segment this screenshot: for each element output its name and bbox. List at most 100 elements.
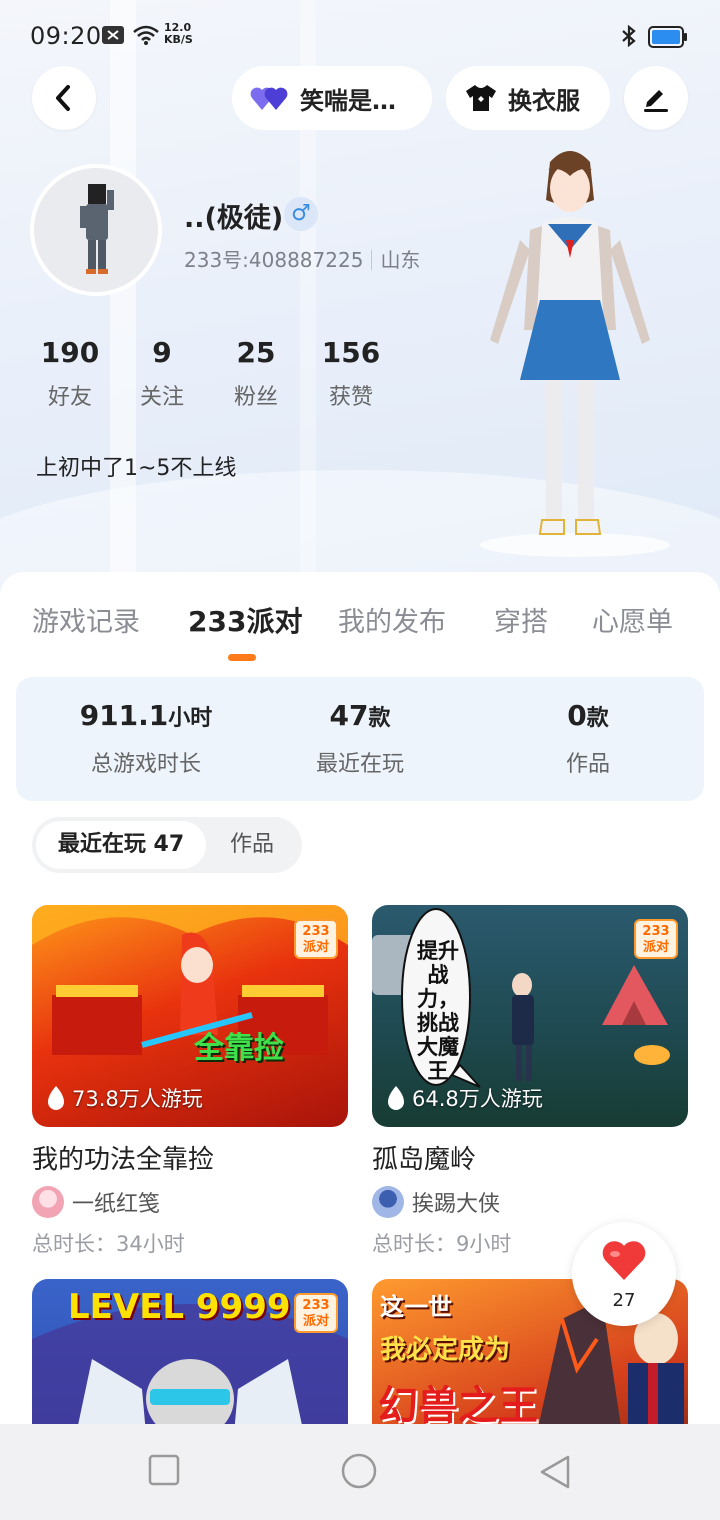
summary-label: 总游戏时长 bbox=[90, 752, 201, 777]
stat-following[interactable]: 9 关注 bbox=[122, 336, 202, 411]
like-button[interactable]: 27 bbox=[572, 1222, 676, 1326]
thumb-title-text: 全靠捡 bbox=[194, 1031, 284, 1066]
thumb-title-text: 提升战力，挑战大魔王 bbox=[417, 939, 459, 1083]
back-nav-button[interactable] bbox=[538, 1454, 572, 1494]
tab-233-party[interactable]: 233派对 bbox=[188, 600, 302, 640]
battery-icon bbox=[648, 26, 688, 52]
tab-my-posts[interactable]: 我的发布 bbox=[338, 600, 446, 639]
mood-status-button[interactable]: 笑喘是病... bbox=[232, 66, 432, 130]
user-id: 233号:408887225 bbox=[184, 248, 364, 272]
user-region: 山东 bbox=[380, 248, 421, 272]
status-bar: 09:20 12.0 KB/S bbox=[0, 0, 720, 72]
recent-apps-button[interactable] bbox=[148, 1454, 180, 1490]
summary-unit: 小时 bbox=[168, 706, 213, 731]
summary-unit: 款 bbox=[368, 706, 391, 731]
game-card[interactable]: LEVEL 9999 233派对 bbox=[32, 1279, 348, 1424]
tab-wishlist[interactable]: 心愿单 bbox=[592, 600, 673, 639]
system-nav-bar bbox=[0, 1424, 720, 1520]
summary-works: 0款 作品 bbox=[488, 699, 688, 778]
user-id-line: 233号:408887225 山东 bbox=[184, 244, 420, 273]
author-avatar bbox=[32, 1186, 64, 1218]
summary-total-time: 911.1小时 总游戏时长 bbox=[46, 699, 246, 778]
pencil-icon bbox=[644, 90, 668, 112]
user-avatar[interactable] bbox=[30, 164, 162, 296]
game-author: 挨踢大侠 bbox=[372, 1186, 688, 1218]
stat-likes[interactable]: 156 获赞 bbox=[311, 336, 391, 411]
author-avatar bbox=[372, 1186, 404, 1218]
bluetooth-icon bbox=[620, 24, 638, 52]
change-outfit-button[interactable]: 换衣服 bbox=[446, 66, 610, 130]
stat-friends[interactable]: 190 好友 bbox=[30, 336, 110, 411]
summary-value: 0 bbox=[567, 699, 587, 732]
thumb-title-text: LEVEL 9999 bbox=[68, 1287, 291, 1327]
stat-label: 粉丝 bbox=[233, 385, 278, 410]
game-card[interactable]: 提升战力，挑战大魔王 233派对 64.8万人游玩 孤岛魔岭 挨踢大侠 总时长：… bbox=[372, 905, 688, 1258]
tab-game-history[interactable]: 游戏记录 bbox=[32, 600, 140, 639]
gender-male-icon: ♂ bbox=[284, 197, 318, 231]
stat-value: 9 bbox=[152, 336, 172, 369]
summary-value: 47 bbox=[329, 699, 369, 732]
tab-outfits[interactable]: 穿搭 bbox=[494, 600, 548, 639]
summary-recent-played: 47款 最近在玩 bbox=[260, 699, 460, 778]
notification-icon bbox=[102, 26, 124, 48]
game-thumbnail: 提升战力，挑战大魔王 233派对 64.8万人游玩 bbox=[372, 905, 688, 1127]
net-speed: 12.0 KB/S bbox=[164, 22, 193, 46]
tshirt-icon bbox=[466, 85, 496, 111]
game-title: 孤岛魔岭 bbox=[372, 1145, 477, 1175]
square-icon bbox=[148, 1454, 180, 1486]
game-thumbnail: LEVEL 9999 233派对 bbox=[32, 1279, 348, 1424]
stat-label: 好友 bbox=[47, 385, 92, 410]
party-badge: 233派对 bbox=[294, 919, 338, 959]
thumb-title-line-3: 幻兽之王 bbox=[378, 1383, 538, 1424]
player-count: 73.8万人游玩 bbox=[46, 1083, 203, 1113]
status-time: 09:20 bbox=[30, 22, 102, 50]
chevron-left-icon bbox=[56, 85, 70, 111]
stat-value: 25 bbox=[236, 336, 276, 369]
flame-icon bbox=[48, 1086, 64, 1110]
summary-label: 最近在玩 bbox=[315, 752, 404, 777]
mood-status-label: 笑喘是病... bbox=[300, 86, 414, 115]
circle-icon bbox=[341, 1453, 377, 1489]
party-badge: 233派对 bbox=[294, 1293, 338, 1333]
summary-value: 911.1 bbox=[79, 699, 169, 732]
edit-profile-button[interactable] bbox=[624, 66, 688, 130]
back-button[interactable] bbox=[32, 66, 96, 130]
thumb-title-line-2: 我必定成为 bbox=[380, 1335, 511, 1365]
wifi-icon bbox=[132, 24, 160, 50]
player-count-text: 73.8万人游玩 bbox=[72, 1087, 203, 1111]
double-heart-icon bbox=[250, 87, 288, 110]
stat-label: 关注 bbox=[139, 385, 184, 410]
party-badge: 233派对 bbox=[634, 919, 678, 959]
summary-unit: 款 bbox=[586, 706, 609, 731]
stat-value: 156 bbox=[321, 336, 381, 369]
stat-value: 190 bbox=[40, 336, 100, 369]
like-count: 27 bbox=[612, 1290, 636, 1311]
profile-tabs: 游戏记录 233派对 我的发布 穿搭 心愿单 bbox=[0, 596, 720, 656]
segment-recent-played[interactable]: 最近在玩 47 bbox=[36, 821, 206, 869]
author-name: 一纸红笺 bbox=[72, 1192, 161, 1217]
avatar-character-3d[interactable] bbox=[470, 140, 670, 560]
triangle-back-icon bbox=[540, 1455, 570, 1489]
home-button[interactable] bbox=[340, 1452, 378, 1494]
player-count-text: 64.8万人游玩 bbox=[412, 1087, 543, 1111]
flame-icon bbox=[388, 1086, 404, 1110]
stat-label: 获赞 bbox=[328, 385, 373, 410]
net-speed-unit: KB/S bbox=[164, 33, 193, 46]
author-name: 挨踢大侠 bbox=[412, 1192, 501, 1217]
game-title: 我的功法全靠捡 bbox=[32, 1145, 215, 1175]
game-card[interactable]: 全靠捡 233派对 73.8万人游玩 我的功法全靠捡 一纸红笺 总时长：34小时 bbox=[32, 905, 348, 1258]
avatar-figure bbox=[80, 184, 114, 274]
player-count: 64.8万人游玩 bbox=[386, 1083, 543, 1113]
play-duration: 总时长：34小时 bbox=[32, 1232, 185, 1256]
active-tab-indicator bbox=[228, 654, 256, 661]
segment-works[interactable]: 作品 bbox=[230, 817, 274, 873]
heart-icon bbox=[602, 1241, 646, 1280]
game-author: 一纸红笺 bbox=[32, 1186, 348, 1218]
user-bio: 上初中了1~5不上线 bbox=[36, 456, 237, 481]
divider bbox=[371, 250, 373, 270]
play-summary: 911.1小时 总游戏时长 47款 最近在玩 0款 作品 bbox=[16, 677, 704, 801]
stat-fans[interactable]: 25 粉丝 bbox=[216, 336, 296, 411]
summary-label: 作品 bbox=[565, 752, 610, 777]
change-outfit-label: 换衣服 bbox=[508, 86, 580, 115]
user-name: ..(极徒) bbox=[184, 203, 284, 234]
